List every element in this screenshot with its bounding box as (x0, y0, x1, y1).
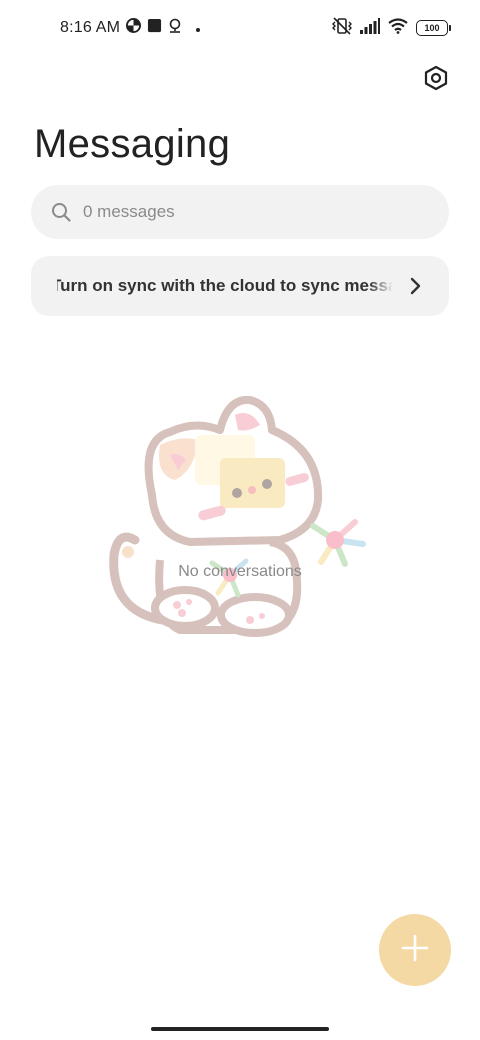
status-right: 100 (332, 14, 451, 42)
search-icon (50, 201, 72, 223)
notification-square-icon (147, 18, 162, 38)
cat-illustration (100, 380, 380, 660)
sync-text-wrap: Turn on sync with the cloud to sync mess… (57, 276, 393, 296)
search-input[interactable] (83, 202, 413, 222)
plus-icon (401, 934, 429, 967)
search-bar[interactable] (31, 185, 449, 239)
settings-button[interactable] (420, 64, 452, 96)
sync-fade (369, 276, 393, 296)
home-indicator[interactable] (151, 1027, 329, 1031)
battery-level: 100 (424, 23, 440, 33)
battery-icon: 100 (416, 20, 451, 36)
page-title: Messaging (34, 122, 231, 166)
location-pin-icon (168, 18, 182, 39)
dot-icon (196, 19, 201, 37)
chevron-right-icon (403, 274, 427, 298)
new-message-button[interactable] (379, 914, 451, 986)
status-time: 8:16 AM (60, 19, 121, 36)
sync-banner-text: Turn on sync with the cloud to sync mess… (57, 276, 393, 295)
messaging-screen: 8:16 AM 100 Messaging 0 messages urn on … (0, 0, 480, 1040)
vibrate-off-icon (332, 16, 352, 40)
settings-hex-icon (423, 65, 449, 96)
empty-state-text: No conversations (178, 563, 302, 580)
wifi-icon (388, 17, 408, 39)
signal-icon (360, 17, 380, 39)
status-left: 8:16 AM (60, 14, 201, 42)
sync-banner[interactable]: Turn on sync with the cloud to sync mess… (31, 256, 449, 316)
data-saver-icon (126, 18, 142, 38)
status-bar: 8:16 AM 100 (0, 14, 480, 42)
